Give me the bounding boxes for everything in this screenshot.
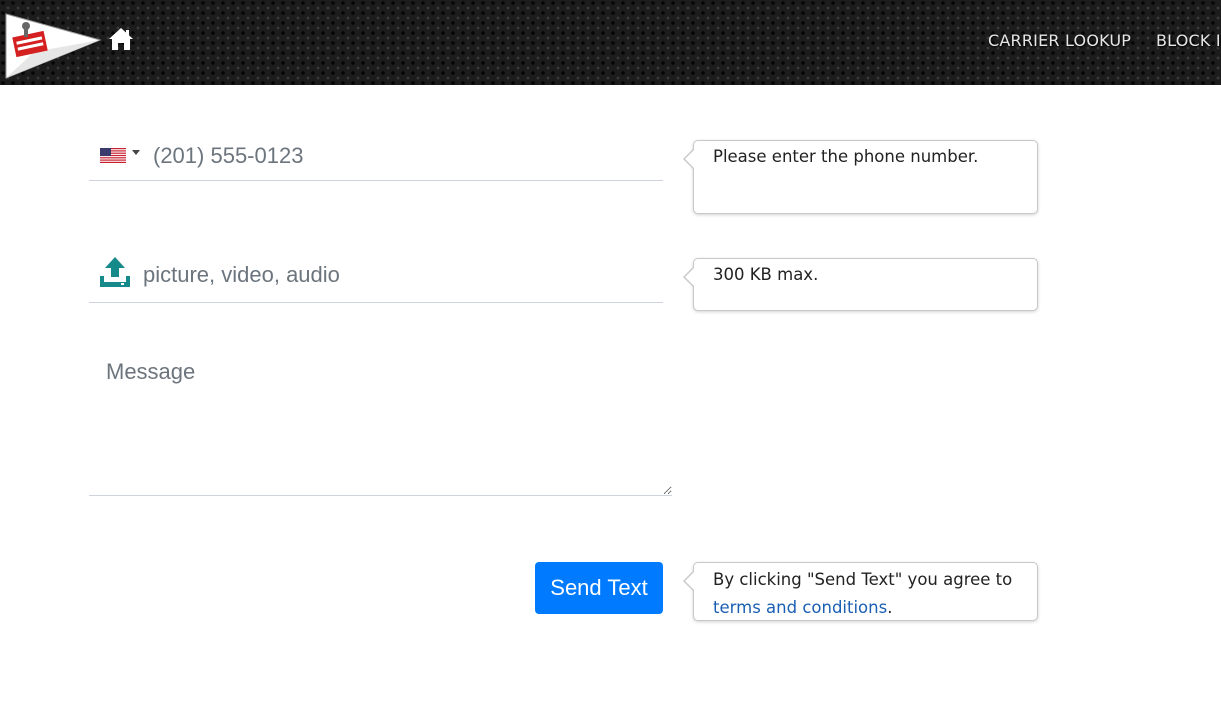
attachment-input[interactable] xyxy=(143,259,643,291)
phone-input[interactable] xyxy=(153,140,653,172)
send-text-button[interactable]: Send Text xyxy=(535,562,663,614)
terms-tooltip: By clicking "Send Text" you agree to ter… xyxy=(683,562,1038,621)
phone-field xyxy=(89,130,663,181)
phone-tooltip-text: Please enter the phone number. xyxy=(713,147,979,166)
nav-block[interactable]: BLOCK I xyxy=(1156,31,1221,50)
home-icon[interactable] xyxy=(108,27,134,51)
us-flag-icon[interactable] xyxy=(100,148,126,163)
message-textarea[interactable] xyxy=(89,352,672,496)
phone-tooltip: Please enter the phone number. xyxy=(683,140,1038,214)
terms-prefix: By clicking "Send Text" you agree to xyxy=(713,570,1013,589)
chevron-down-icon[interactable] xyxy=(132,150,140,155)
terms-suffix: . xyxy=(887,598,893,617)
top-nav: CARRIER LOOKUP BLOCK I xyxy=(981,31,1221,53)
attachment-tooltip-text: 300 KB max. xyxy=(713,265,819,284)
nav-carrier-lookup[interactable]: CARRIER LOOKUP xyxy=(988,31,1131,50)
terms-link[interactable]: terms and conditions xyxy=(713,598,887,617)
attachment-field xyxy=(89,250,663,303)
paper-airplane-logo[interactable] xyxy=(4,12,104,82)
site-header: CARRIER LOOKUP BLOCK I xyxy=(0,0,1221,85)
attachment-tooltip: 300 KB max. xyxy=(683,258,1038,311)
upload-icon[interactable] xyxy=(99,256,131,288)
